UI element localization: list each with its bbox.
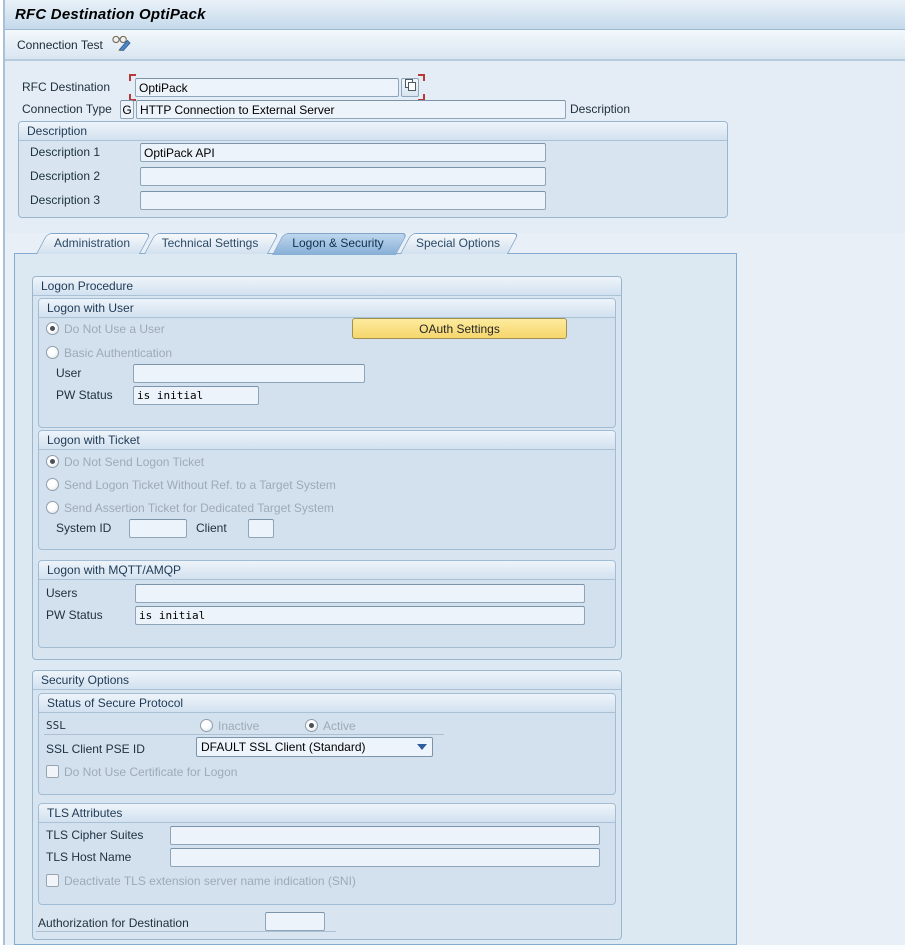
- application-toolbar: Connection Test: [5, 30, 905, 61]
- checkbox-icon: [46, 874, 59, 887]
- checkbox-no-certificate-logon[interactable]: Do Not Use Certificate for Logon: [46, 764, 237, 779]
- description-3-label: Description 3: [30, 191, 100, 210]
- radio-icon: [46, 478, 59, 491]
- mqtt-pw-status-input[interactable]: [135, 606, 585, 625]
- description-2-input[interactable]: [140, 167, 546, 186]
- connection-test-button[interactable]: Connection Test: [11, 34, 139, 56]
- tls-host-name-label: TLS Host Name: [46, 848, 131, 867]
- connection-type-text-input[interactable]: [136, 100, 566, 119]
- page-title: RFC Destination OptiPack: [15, 6, 206, 23]
- description-2-label: Description 2: [30, 167, 100, 186]
- radio-basic-authentication[interactable]: Basic Authentication: [46, 345, 172, 360]
- rfc-destination-label: RFC Destination: [22, 78, 110, 97]
- ssl-row-divider: [44, 717, 444, 735]
- description-1-label: Description 1: [30, 143, 100, 162]
- authorization-row-divider: [36, 914, 336, 932]
- logon-with-user-title: Logon with User: [39, 299, 615, 318]
- chevron-down-icon: [417, 744, 427, 750]
- mqtt-pw-status-label: PW Status: [46, 606, 103, 625]
- user-label: User: [56, 364, 81, 383]
- description-3-input[interactable]: [140, 191, 546, 210]
- ssl-client-pse-dropdown[interactable]: DFAULT SSL Client (Standard): [196, 737, 433, 757]
- radio-do-not-use-a-user[interactable]: Do Not Use a User: [46, 321, 165, 336]
- logon-with-mqtt-groupbox: Logon with MQTT/AMQP: [38, 560, 616, 648]
- tls-host-name-input[interactable]: [170, 848, 600, 867]
- user-input[interactable]: [133, 364, 365, 383]
- copy-pages-icon: [403, 78, 417, 97]
- logon-with-ticket-title: Logon with Ticket: [39, 431, 615, 450]
- bottom-margin: [0, 945, 905, 950]
- tab-logon-security[interactable]: Logon & Security: [272, 233, 396, 254]
- description-groupbox-title: Description: [19, 122, 727, 141]
- tab-administration[interactable]: Administration: [36, 233, 140, 254]
- tab-technical-settings[interactable]: Technical Settings: [144, 233, 268, 254]
- title-bar: RFC Destination OptiPack: [5, 0, 905, 30]
- radio-do-not-send-logon-ticket[interactable]: Do Not Send Logon Ticket: [46, 454, 204, 469]
- pw-status-label: PW Status: [56, 386, 113, 405]
- client-input[interactable]: [248, 519, 274, 538]
- radio-icon: [46, 501, 59, 514]
- connection-type-code-input[interactable]: [120, 100, 134, 119]
- radio-icon: [46, 322, 59, 335]
- system-id-input[interactable]: [129, 519, 187, 538]
- description-side-label: Description: [570, 100, 630, 119]
- checkbox-deactivate-sni[interactable]: Deactivate TLS extension server name ind…: [46, 873, 356, 888]
- radio-send-assertion-ticket[interactable]: Send Assertion Ticket for Dedicated Targ…: [46, 500, 334, 515]
- ssl-client-pse-label: SSL Client PSE ID: [46, 740, 145, 759]
- client-label: Client: [196, 519, 227, 538]
- pw-status-input[interactable]: [133, 386, 259, 405]
- radio-send-logon-ticket[interactable]: Send Logon Ticket Without Ref. to a Targ…: [46, 477, 336, 492]
- tls-cipher-suites-input[interactable]: [170, 826, 600, 845]
- status-secure-protocol-title: Status of Secure Protocol: [39, 694, 615, 713]
- checkbox-icon: [46, 765, 59, 778]
- radio-icon: [46, 346, 59, 359]
- users-label: Users: [46, 584, 77, 603]
- tab-special-options[interactable]: Special Options: [400, 233, 508, 254]
- tls-attributes-title: TLS Attributes: [39, 804, 615, 823]
- logon-procedure-title: Logon Procedure: [33, 277, 621, 296]
- connection-test-label: Connection Test: [17, 38, 103, 52]
- system-id-label: System ID: [56, 519, 111, 538]
- sap-gui-window: RFC Destination OptiPack Connection Test…: [0, 0, 905, 950]
- description-1-input[interactable]: [140, 143, 546, 162]
- security-options-title: Security Options: [33, 671, 621, 690]
- connection-type-label: Connection Type: [22, 100, 112, 119]
- multiple-selection-button[interactable]: [401, 78, 419, 97]
- users-input[interactable]: [135, 584, 585, 603]
- radio-icon: [46, 455, 59, 468]
- tls-cipher-suites-label: TLS Cipher Suites: [46, 826, 143, 845]
- display-change-icon[interactable]: [111, 34, 133, 56]
- logon-with-mqtt-title: Logon with MQTT/AMQP: [39, 561, 615, 580]
- rfc-destination-input[interactable]: [135, 78, 399, 97]
- oauth-settings-button[interactable]: OAuth Settings: [352, 318, 567, 339]
